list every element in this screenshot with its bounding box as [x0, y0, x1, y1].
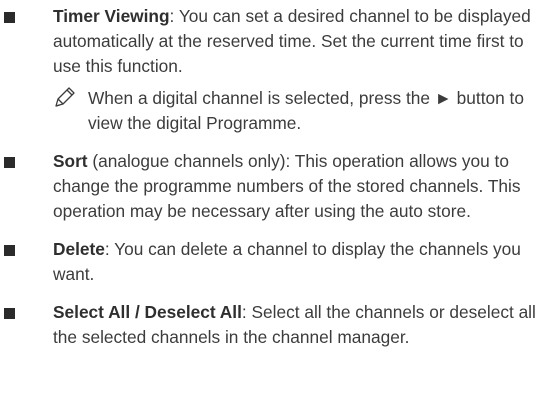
list-item-timer-viewing: Timer Viewing: You can set a desired cha… [0, 4, 557, 79]
item-term: Select All / Deselect All [53, 302, 242, 322]
list-item-select-all: Select All / Deselect All: Select all th… [0, 300, 557, 350]
list-item-delete: Delete: You can delete a channel to disp… [0, 237, 557, 287]
item-text: : You can delete a channel to display th… [53, 239, 521, 284]
item-term: Timer Viewing [53, 6, 170, 26]
item-term: Sort [53, 151, 88, 171]
item-term: Delete [53, 239, 105, 259]
square-bullet-icon [4, 245, 15, 256]
square-bullet-icon [4, 308, 15, 319]
square-bullet-icon [4, 157, 15, 168]
note-text: When a digital channel is selected, pres… [88, 88, 524, 133]
list-item-sort: Sort (analogue channels only): This oper… [0, 149, 557, 224]
item-text: (analogue channels only): This operation… [53, 151, 521, 221]
note: When a digital channel is selected, pres… [0, 86, 557, 136]
pencil-note-icon [53, 86, 77, 108]
square-bullet-icon [4, 12, 15, 23]
manual-page: Timer Viewing: You can set a desired cha… [0, 4, 557, 350]
